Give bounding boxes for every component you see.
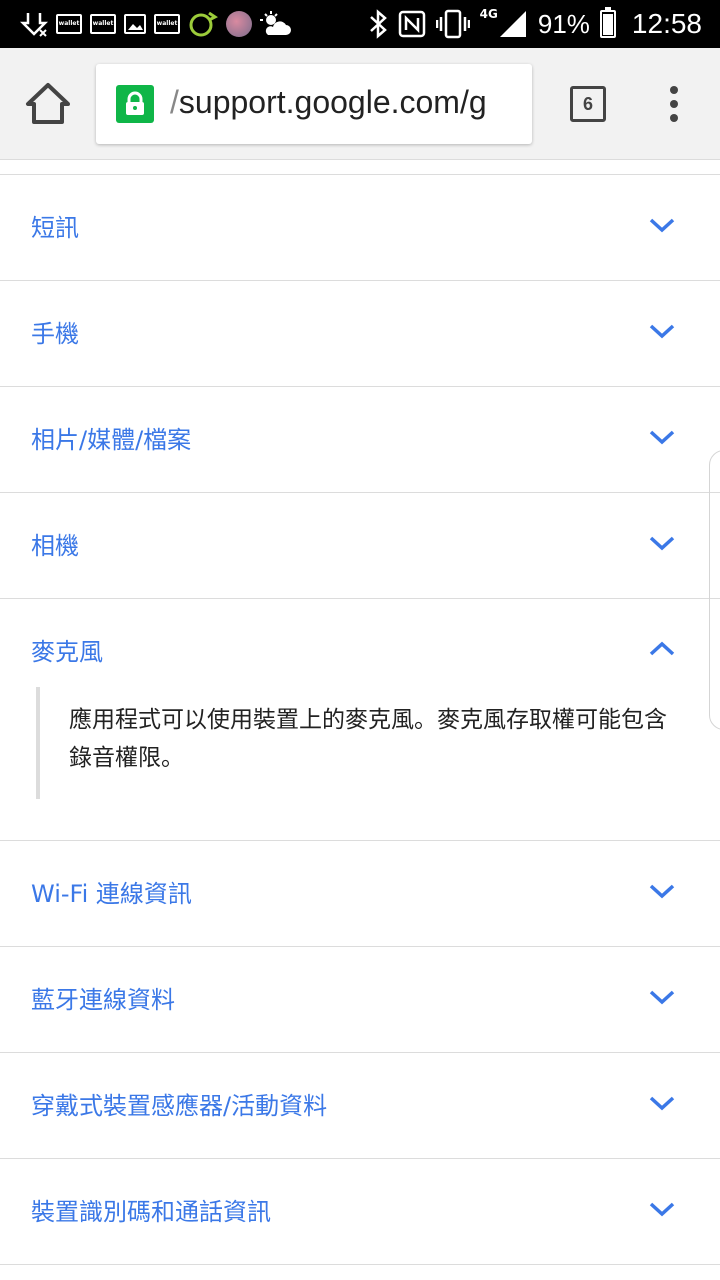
gallery-icon xyxy=(124,14,146,34)
accordion-label: 短訊 xyxy=(31,214,79,242)
chevron-down-icon xyxy=(649,1096,675,1111)
download-icon xyxy=(20,10,48,38)
chevron-down-icon xyxy=(649,430,675,445)
accordion-header[interactable]: 相片/媒體/檔案 xyxy=(0,387,720,492)
accordion-item-microphone: 麥克風 應用程式可以使用裝置上的麥克風。麥克風存取權可能包含錄音權限。 xyxy=(0,599,720,841)
chevron-down-icon xyxy=(649,884,675,899)
accordion-item-camera: 相機 xyxy=(0,493,720,599)
accordion-header[interactable]: 穿戴式裝置感應器/活動資料 xyxy=(0,1053,720,1158)
menu-dot xyxy=(670,86,678,94)
signal-icon: 4G xyxy=(479,7,528,39)
accordion-label: 相片/媒體/檔案 xyxy=(31,426,192,454)
avatar xyxy=(226,11,252,37)
tab-switcher-button[interactable]: 6 xyxy=(570,86,606,122)
chevron-down-icon xyxy=(649,1202,675,1217)
url-prefix: / xyxy=(170,84,179,120)
accordion-label: 裝置識別碼和通話資訊 xyxy=(31,1198,271,1226)
accordion-header[interactable]: 藍牙連線資料 xyxy=(0,947,720,1052)
clock: 12:58 xyxy=(631,8,702,39)
weather-icon xyxy=(260,11,292,37)
accordion-label: Wi-Fi 連線資訊 xyxy=(31,880,192,908)
wallet-icon: wallet xyxy=(154,14,180,34)
nfc-icon xyxy=(398,10,426,38)
accordion-header[interactable]: 短訊 xyxy=(0,175,720,280)
accordion-header[interactable]: Wi-Fi 連線資訊 xyxy=(0,841,720,946)
overflow-menu-button[interactable] xyxy=(660,84,688,124)
battery-icon xyxy=(599,7,616,38)
battery-percent: 91% xyxy=(537,8,590,39)
accordion-header[interactable]: 裝置識別碼和通話資訊 xyxy=(0,1159,720,1264)
accordion-body-text: 應用程式可以使用裝置上的麥克風。麥克風存取權可能包含錄音權限。 xyxy=(69,707,667,771)
edge-panel-handle[interactable] xyxy=(709,450,720,730)
accordion-item-sms: 短訊 xyxy=(0,175,720,281)
accordion-label: 麥克風 xyxy=(31,638,103,666)
bluetooth-icon xyxy=(368,9,388,39)
accordion-header[interactable]: 相機 xyxy=(0,493,720,598)
menu-dot xyxy=(670,114,678,122)
vibrate-icon xyxy=(435,9,470,39)
status-notifications: wallet wallet wallet xyxy=(20,8,292,40)
accordion-label: 藍牙連線資料 xyxy=(31,986,175,1014)
accordion-label: 相機 xyxy=(31,532,79,560)
chevron-down-icon xyxy=(649,990,675,1005)
menu-dot xyxy=(670,100,678,108)
accordion-item-phone: 手機 xyxy=(0,281,720,387)
page-content: 短訊 手機 相片/媒體/檔案 相機 麥克風 應用程式可以使用裝置上的麥克風。麥克… xyxy=(0,160,720,1280)
accordion-item-photos-media-files: 相片/媒體/檔案 xyxy=(0,387,720,493)
network-type: 4G xyxy=(479,7,498,21)
status-system: 4G 91% 12:58 xyxy=(368,7,702,40)
accordion-item-bluetooth: 藍牙連線資料 xyxy=(0,947,720,1053)
status-bar: wallet wallet wallet 4G 91% 12:58 xyxy=(0,0,720,48)
eco-icon xyxy=(188,10,218,38)
chevron-down-icon xyxy=(649,218,675,233)
chevron-down-icon xyxy=(649,536,675,551)
wallet-icon: wallet xyxy=(56,14,82,34)
url-host: support.google.com/g xyxy=(178,84,487,120)
url-text[interactable]: /support.google.com/g xyxy=(170,84,487,121)
home-icon xyxy=(26,83,70,124)
accordion-item-wearable-sensors: 穿戴式裝置感應器/活動資料 xyxy=(0,1053,720,1159)
accordion-body: 應用程式可以使用裝置上的麥克風。麥克風存取權可能包含錄音權限。 xyxy=(36,687,676,799)
secure-lock-icon xyxy=(116,85,154,123)
chevron-up-icon xyxy=(649,641,675,656)
accordion-item-device-id-call-info: 裝置識別碼和通話資訊 xyxy=(0,1159,720,1265)
address-bar[interactable]: /support.google.com/g xyxy=(96,64,532,144)
accordion-header[interactable]: 手機 xyxy=(0,281,720,386)
accordion-label: 穿戴式裝置感應器/活動資料 xyxy=(31,1092,328,1120)
accordion-label: 手機 xyxy=(31,320,79,348)
chevron-down-icon xyxy=(649,324,675,339)
browser-toolbar: /support.google.com/g 6 xyxy=(0,48,720,160)
wallet-icon: wallet xyxy=(90,14,116,34)
home-button[interactable] xyxy=(22,80,74,128)
accordion-item-wifi: Wi-Fi 連線資訊 xyxy=(0,841,720,947)
